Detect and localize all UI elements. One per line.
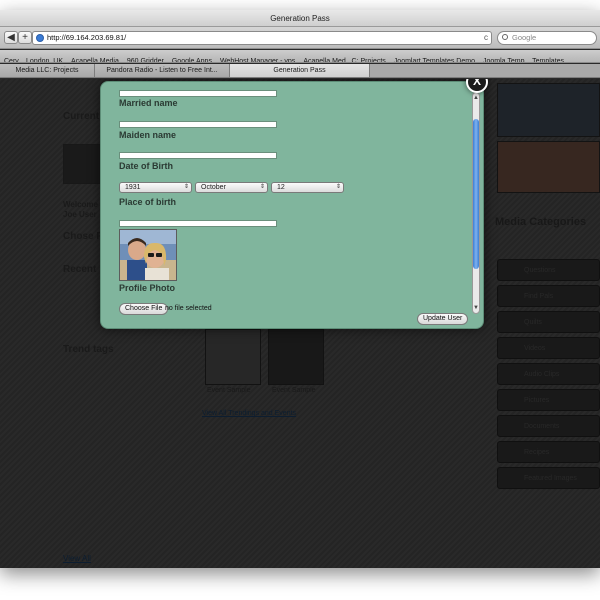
back-button[interactable]: ◀ bbox=[4, 31, 18, 44]
dob-day-select[interactable]: 12 ⇕ bbox=[271, 182, 344, 193]
married-name-input[interactable] bbox=[119, 90, 277, 97]
no-file-text: no file selected bbox=[165, 305, 212, 312]
tab-projects[interactable]: Media LLC: Projects bbox=[0, 64, 95, 77]
search-icon bbox=[502, 34, 508, 40]
profile-photo-label: Profile Photo bbox=[119, 283, 175, 293]
add-bookmark-button[interactable]: + bbox=[18, 31, 32, 44]
tab-generation-pass[interactable]: Generation Pass bbox=[230, 64, 370, 77]
scrollbar-thumb[interactable] bbox=[473, 119, 479, 269]
address-bar[interactable]: http://69.164.203.69.81/ c bbox=[32, 31, 492, 45]
bookmark-item[interactable]: Acapella Media bbox=[67, 55, 123, 62]
select-arrows-icon: ⇕ bbox=[183, 184, 189, 190]
bookmark-item[interactable]: 960 Gridder bbox=[123, 55, 168, 62]
window-title: Generation Pass bbox=[0, 10, 600, 27]
place-of-birth-input[interactable] bbox=[119, 220, 277, 227]
bookmark-item[interactable]: WebHost Manager - vps bbox=[216, 55, 299, 62]
bookmark-item[interactable]: Google Apps bbox=[168, 55, 216, 62]
date-of-birth-label: Date of Birth bbox=[119, 161, 173, 171]
search-placeholder: Google bbox=[512, 33, 537, 42]
url-text: http://69.164.203.69.81/ bbox=[47, 33, 127, 42]
bookmark-item[interactable]: Acapella Med...C: Projects bbox=[299, 55, 389, 62]
bookmark-item[interactable]: Cerv... London, UK bbox=[0, 55, 67, 62]
dob-day-value: 12 bbox=[277, 184, 285, 191]
globe-icon bbox=[36, 34, 44, 42]
dob-month-select[interactable]: October ⇕ bbox=[195, 182, 268, 193]
search-input[interactable]: Google bbox=[497, 31, 597, 45]
dob-year-select[interactable]: 1931 ⇕ bbox=[119, 182, 192, 193]
maiden-name-input[interactable] bbox=[119, 121, 277, 128]
select-arrows-icon: ⇕ bbox=[259, 184, 265, 190]
page-content: Current Welcome Joe User Chose F Recent … bbox=[0, 79, 600, 568]
dob-month-value: October bbox=[201, 184, 226, 191]
bookmark-item[interactable]: Joomlart Templates Demo bbox=[390, 55, 479, 62]
married-name-label: Married name bbox=[119, 98, 178, 108]
scroll-up-icon[interactable]: ▲ bbox=[473, 95, 479, 101]
select-arrows-icon: ⇕ bbox=[335, 184, 341, 190]
bookmarks-bar: Cerv... London, UK Acapella Media 960 Grid… bbox=[0, 50, 600, 63]
reload-icon[interactable]: c bbox=[484, 32, 488, 44]
tab-pandora[interactable]: Pandora Radio - Listen to Free Int... bbox=[95, 64, 230, 77]
modal-scrollbar[interactable]: ▲ ▼ bbox=[472, 92, 480, 314]
tab-bar: Media LLC: Projects Pandora Radio - Liste… bbox=[0, 64, 600, 78]
scroll-down-icon[interactable]: ▼ bbox=[473, 305, 479, 311]
choose-file-button[interactable]: Choose File bbox=[119, 303, 169, 315]
place-of-birth-label: Place of birth bbox=[119, 197, 177, 207]
browser-toolbar: ◀ + http://69.164.203.69.81/ c Google bbox=[0, 27, 600, 49]
bookmark-item[interactable]: Joomla Temp... Templates bbox=[479, 55, 568, 62]
edit-user-modal: Married name Maiden name Date of Birth 1… bbox=[100, 81, 484, 329]
date-of-birth-input[interactable] bbox=[119, 152, 277, 159]
maiden-name-label: Maiden name bbox=[119, 130, 177, 140]
dob-year-value: 1931 bbox=[125, 184, 141, 191]
browser-window: Generation Pass ◀ + http://69.164.203.69… bbox=[0, 10, 600, 568]
update-user-button[interactable]: Update User bbox=[417, 313, 469, 325]
profile-photo-image bbox=[119, 229, 177, 281]
